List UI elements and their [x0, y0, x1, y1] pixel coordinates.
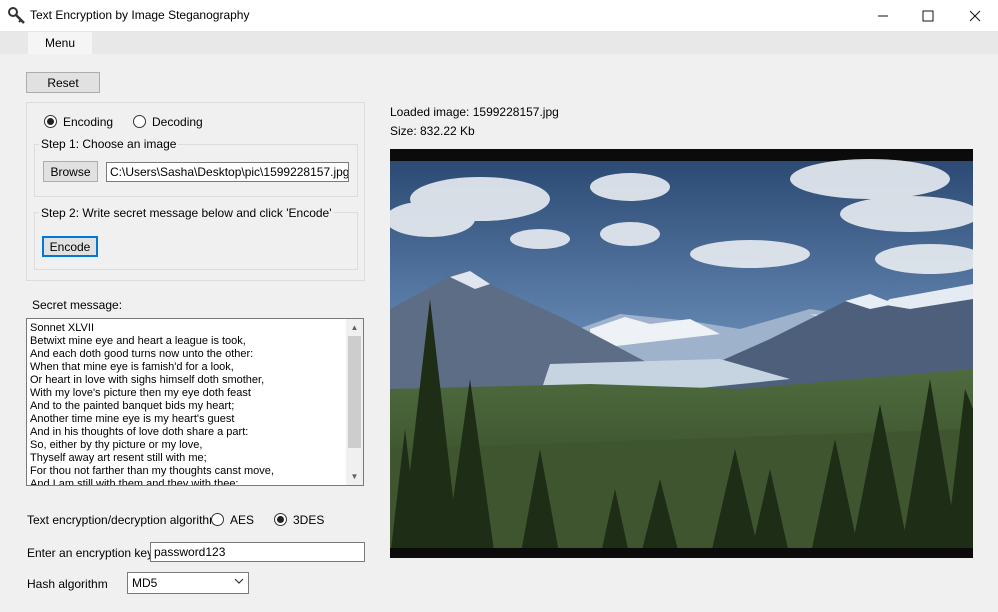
- message-line: Or heart in love with sighs himself doth…: [30, 374, 265, 386]
- message-line: When that mine eye is famish'd for a loo…: [30, 361, 234, 373]
- chevron-down-icon: [234, 576, 244, 589]
- secret-message-textarea[interactable]: Sonnet XLVII Betwixt mine eye and heart …: [26, 318, 364, 486]
- minimize-button[interactable]: [860, 0, 906, 31]
- message-line: Betwixt mine eye and heart a league is t…: [30, 335, 246, 347]
- minimize-icon: [878, 15, 888, 16]
- algorithm-label: Text encryption/decryption algorithm:: [27, 513, 223, 527]
- encoding-radio[interactable]: [44, 115, 57, 128]
- encryption-key-field[interactable]: password123: [150, 542, 365, 562]
- step2-label: Step 2: Write secret message below and c…: [39, 206, 334, 220]
- message-scrollbar[interactable]: ▲ ▼: [346, 319, 363, 485]
- image-size-text: Size: 832.22 Kb: [390, 124, 475, 138]
- 3des-label: 3DES: [293, 513, 325, 527]
- message-line: Sonnet XLVII: [30, 322, 95, 334]
- message-line: And to the painted banquet bids my heart…: [30, 400, 235, 412]
- message-line: So, either by thy picture or my love,: [30, 439, 203, 451]
- scroll-up-icon[interactable]: ▲: [346, 319, 363, 336]
- menu-item[interactable]: Menu: [28, 32, 92, 54]
- decoding-label: Decoding: [152, 115, 203, 129]
- title-bar: Text Encryption by Image Steganography: [0, 0, 998, 32]
- step1-label: Step 1: Choose an image: [39, 137, 179, 151]
- browse-button[interactable]: Browse: [43, 161, 98, 182]
- message-line: For thou not farther than my thoughts ca…: [30, 465, 274, 477]
- hash-selected-value: MD5: [132, 576, 158, 590]
- key-label: Enter an encryption key:: [27, 546, 157, 560]
- encoding-label: Encoding: [63, 115, 114, 129]
- encode-button[interactable]: Encode: [42, 236, 98, 257]
- close-icon: [969, 10, 981, 21]
- message-line: Another time mine eye is my heart's gues…: [30, 413, 235, 425]
- image-path-field[interactable]: C:\Users\Sasha\Desktop\pic\1599228157.jp…: [106, 162, 349, 182]
- maximize-icon: [922, 10, 934, 21]
- hash-label: Hash algorithm: [27, 577, 108, 591]
- scroll-down-icon[interactable]: ▼: [346, 468, 363, 485]
- hash-algorithm-select[interactable]: MD5: [127, 572, 249, 594]
- message-line: And I am still with them and they with t…: [30, 478, 239, 486]
- decoding-radio[interactable]: [133, 115, 146, 128]
- menu-bar: Menu: [0, 32, 998, 54]
- secret-message-label: Secret message:: [32, 298, 123, 312]
- image-preview: [390, 149, 973, 558]
- aes-label: AES: [230, 513, 255, 527]
- scroll-thumb[interactable]: [348, 336, 361, 448]
- 3des-radio[interactable]: [274, 513, 287, 526]
- message-line: With my love's picture then my eye doth …: [30, 387, 251, 399]
- secret-message-text: Sonnet XLVII Betwixt mine eye and heart …: [30, 322, 348, 486]
- key-icon: [8, 7, 26, 25]
- loaded-image-text: Loaded image: 1599228157.jpg: [390, 105, 559, 119]
- window-title: Text Encryption by Image Steganography: [30, 8, 250, 22]
- message-line: Thyself away art resent still with me;: [30, 452, 207, 464]
- message-line: And in his thoughts of love doth share a…: [30, 426, 249, 438]
- reset-button[interactable]: Reset: [26, 72, 100, 93]
- close-button[interactable]: [952, 0, 998, 31]
- aes-radio[interactable]: [211, 513, 224, 526]
- maximize-button[interactable]: [905, 0, 951, 31]
- message-line: And each doth good turns now unto the ot…: [30, 348, 254, 360]
